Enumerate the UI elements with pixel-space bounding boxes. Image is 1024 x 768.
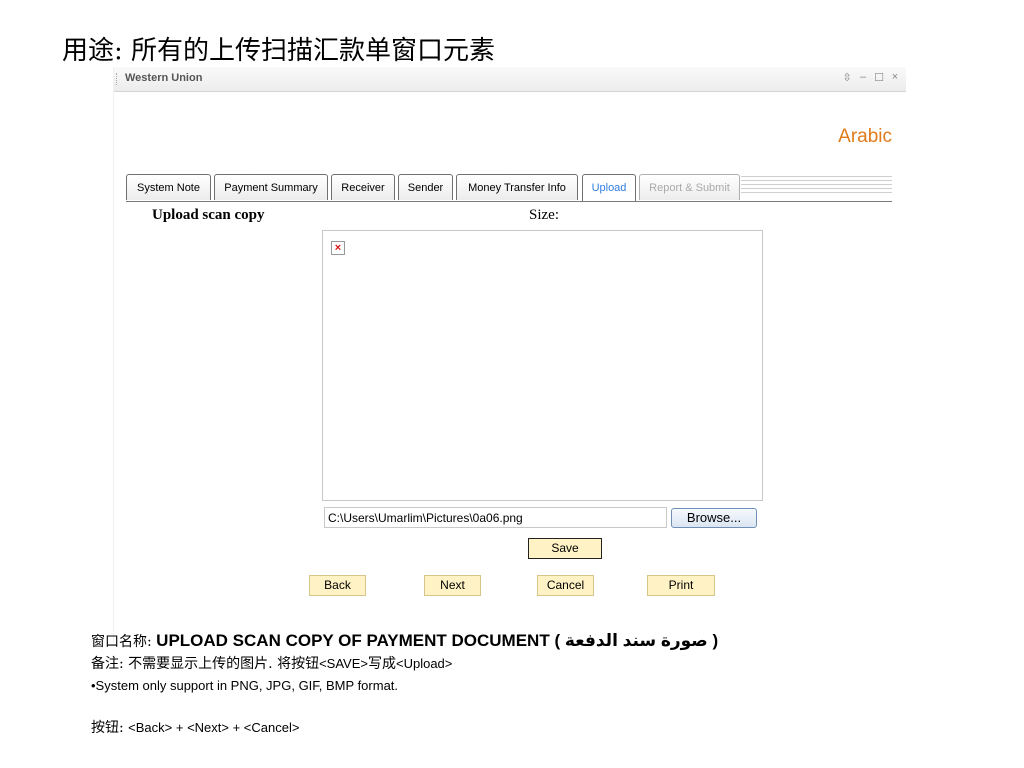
window-controls: ⇳ – ☐ ×: [842, 71, 900, 84]
maximize-icon[interactable]: ☐: [874, 71, 884, 84]
next-button[interactable]: Next: [424, 575, 481, 596]
slide-title: 用途: 所有的上传扫描汇款单窗口元素: [62, 36, 496, 66]
tab-system-note[interactable]: System Note: [126, 174, 211, 200]
notes: 窗口名称: UPLOAD SCAN COPY OF PAYMENT DOCUME…: [91, 630, 718, 739]
tab-receiver[interactable]: Receiver: [331, 174, 395, 200]
print-button[interactable]: Print: [647, 575, 715, 596]
grip-icon: [116, 73, 119, 85]
format-note: •System only support in PNG, JPG, GIF, B…: [91, 678, 399, 693]
app-title: Western Union: [125, 72, 203, 84]
resize-icon[interactable]: ⇳: [842, 71, 852, 84]
cancel-button[interactable]: Cancel: [537, 575, 594, 596]
remark-mid: 写成: [367, 656, 396, 672]
tab-report-submit: Report & Submit: [639, 174, 740, 200]
tab-sender[interactable]: Sender: [398, 174, 453, 200]
buttons-note: 按钮: <Back> + <Next> + <Cancel>: [91, 717, 718, 739]
minimize-icon[interactable]: –: [858, 71, 868, 84]
app-window: Western Union ⇳ – ☐ × Arabic System Note…: [113, 67, 906, 642]
remark-prefix: 备注: 不需要显示上传的图片. 将按钮: [91, 656, 320, 672]
slide: 用途: 所有的上传扫描汇款单窗口元素 Western Union ⇳ – ☐ ×…: [0, 0, 1024, 768]
save-button[interactable]: Save: [528, 538, 602, 559]
back-button[interactable]: Back: [309, 575, 366, 596]
file-path-input[interactable]: [324, 507, 667, 528]
title-bar: Western Union ⇳ – ☐ ×: [114, 67, 906, 92]
close-icon[interactable]: ×: [890, 71, 900, 84]
tab-bar: System Note Payment Summary Receiver Sen…: [126, 171, 892, 202]
buttons-prefix: 按钮:: [91, 720, 129, 736]
window-name-note: 窗口名称: UPLOAD SCAN COPY OF PAYMENT DOCUME…: [91, 630, 718, 653]
window-name: UPLOAD SCAN COPY OF PAYMENT DOCUMENT ( ص…: [156, 631, 719, 650]
remark-save: <SAVE>: [319, 656, 368, 671]
tab-money-transfer-info[interactable]: Money Transfer Info: [456, 174, 578, 200]
language-link-arabic[interactable]: Arabic: [838, 126, 892, 148]
buttons-list: <Back> + <Next> + <Cancel>: [128, 720, 300, 735]
remark-note: 备注: 不需要显示上传的图片. 将按钮<SAVE>写成<Upload>: [91, 653, 718, 675]
tab-bar-filler: [741, 173, 892, 193]
size-label: Size:: [529, 207, 559, 223]
window-name-prefix: 窗口名称:: [91, 634, 157, 650]
broken-image-icon: ×: [331, 241, 345, 255]
tab-payment-summary[interactable]: Payment Summary: [214, 174, 328, 200]
upload-heading: Upload scan copy: [152, 207, 265, 223]
remark-upload: <Upload>: [395, 656, 453, 671]
notes-spacer: [91, 696, 718, 717]
browse-button[interactable]: Browse...: [671, 508, 757, 528]
tab-upload[interactable]: Upload: [582, 174, 636, 201]
image-preview: ×: [322, 230, 763, 501]
